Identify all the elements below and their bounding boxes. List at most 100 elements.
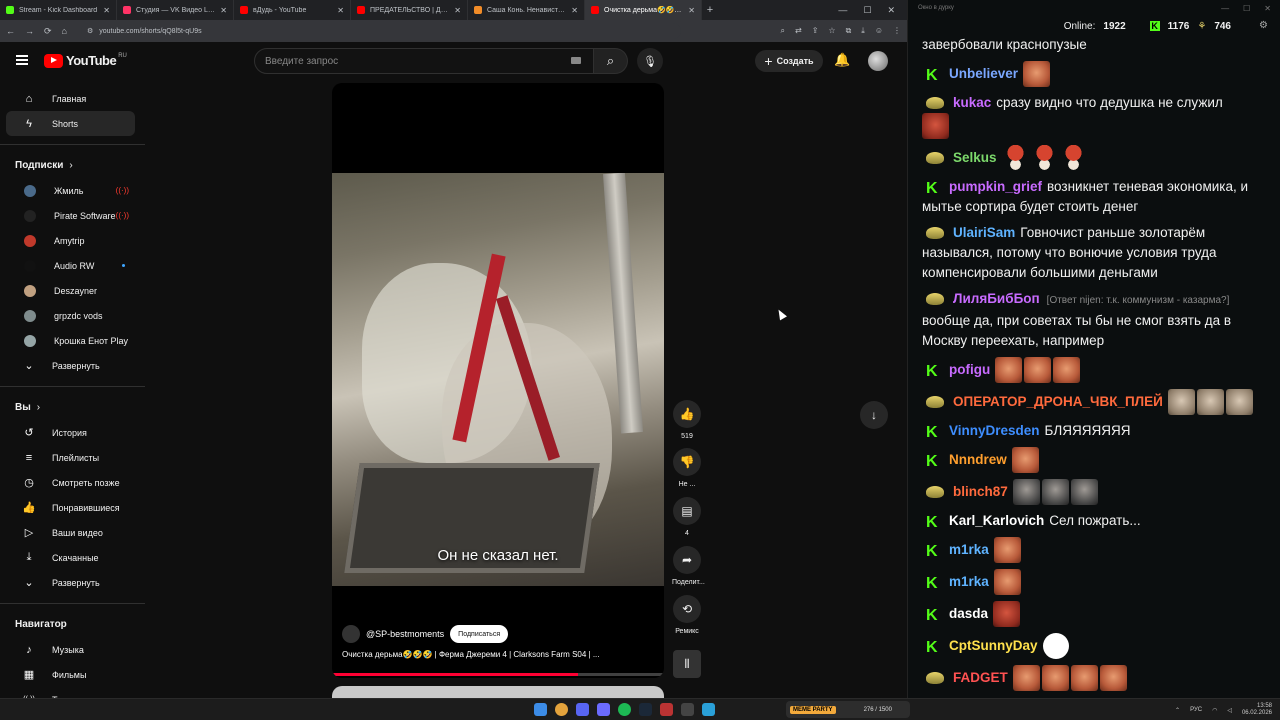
browser-tab[interactable]: Студия — VK Видео Live ✕ [117, 0, 234, 20]
chat-username[interactable]: VinnyDresden [949, 423, 1040, 438]
spotify-icon[interactable] [618, 703, 631, 716]
chat-username[interactable]: pofigu [949, 362, 990, 377]
maximize-window-icon[interactable]: ☐ [863, 5, 871, 16]
downloads-browser-icon[interactable]: ⤓ [861, 26, 865, 36]
sidebar-subscription[interactable]: grpzdc vods [6, 303, 135, 328]
chat-username[interactable]: Selkus [953, 150, 997, 165]
sidebar-item-music[interactable]: ♪ Музыка [6, 637, 135, 662]
chat-username[interactable]: Nnndrew [949, 452, 1007, 467]
back-icon[interactable]: ← [6, 26, 15, 36]
sound-button[interactable]: ⫴ [673, 650, 701, 678]
browser-tab[interactable]: Очистка дерьма🤣🤣🤣 | Ф ✕ [585, 0, 702, 20]
chat-settings-icon[interactable]: ⚙ [1259, 20, 1268, 31]
youtube-logo[interactable]: YouTube RU [44, 53, 127, 68]
sidebar-item-watch-later[interactable]: ◷ Смотреть позже [6, 470, 135, 495]
video-progress-bar[interactable] [332, 673, 664, 676]
start-menu-icon[interactable] [534, 703, 547, 716]
maximize-icon[interactable]: ☐ [1243, 4, 1250, 13]
share-button[interactable]: ➦ [673, 546, 701, 574]
site-info-icon[interactable]: ⚙ [87, 27, 93, 35]
chat-username[interactable]: Karl_Karlovich [949, 513, 1044, 528]
meme-party-widget[interactable]: MEME PARTY 276 / 1500 [786, 701, 910, 718]
chat-username[interactable]: pumpkin_grief [949, 179, 1042, 194]
app-icon-8[interactable] [681, 703, 694, 716]
telegram-icon[interactable] [702, 703, 715, 716]
clock[interactable]: 13:58 06.02.2026 [1242, 703, 1272, 717]
chat-username[interactable]: dasda [949, 606, 988, 621]
video-frame[interactable] [332, 173, 664, 586]
sidebar-subscription[interactable]: Audio RW [6, 253, 135, 278]
sidebar-item-shorts[interactable]: ϟ Shorts [6, 111, 135, 136]
extensions-icon[interactable]: ⧉ [846, 26, 852, 36]
next-short-button[interactable]: ↓ [860, 401, 888, 429]
hamburger-menu-icon[interactable] [16, 55, 28, 65]
sidebar-item-history[interactable]: ↺ История [6, 420, 135, 445]
close-icon[interactable]: ✕ [1264, 4, 1271, 13]
tab-close-icon[interactable]: ✕ [337, 6, 344, 15]
sidebar-item-live[interactable]: ((·))Трансляции [6, 687, 135, 699]
profile-icon[interactable]: ☺ [875, 26, 883, 36]
chat-username[interactable]: UlairiSam [953, 225, 1015, 240]
bookmark-icon[interactable]: ☆ [828, 26, 835, 36]
chat-username[interactable]: m1rka [949, 574, 989, 589]
sidebar-item-home[interactable]: ⌂ Главная [6, 86, 135, 111]
tab-close-icon[interactable]: ✕ [688, 6, 695, 15]
channel-name[interactable]: @SP-bestmoments [366, 629, 444, 639]
close-window-icon[interactable]: ✕ [887, 5, 895, 16]
chat-username[interactable]: CptSunnyDay [949, 638, 1038, 653]
comments-button[interactable]: ▤ [673, 497, 701, 525]
chat-reply-reference[interactable]: [Ответ nijen: т.к. коммунизм - казарма?] [1047, 295, 1230, 306]
forward-icon[interactable]: → [25, 26, 34, 36]
new-tab-icon[interactable]: + [702, 4, 718, 16]
like-button[interactable]: 👍 [673, 400, 701, 428]
browser-menu-icon[interactable]: ⋮ [893, 26, 901, 36]
chat-username[interactable]: blinch87 [953, 484, 1008, 499]
discord-icon[interactable] [576, 703, 589, 716]
sidebar-subscription[interactable]: Жмиль ((·)) [6, 178, 135, 203]
sidebar-item-downloads[interactable]: ⤓ Скачанные [6, 545, 135, 570]
chat-username[interactable]: m1rka [949, 542, 989, 557]
chrome-icon[interactable] [555, 703, 568, 716]
next-short-preview[interactable] [332, 686, 664, 698]
channel-avatar[interactable] [342, 625, 360, 643]
shorts-player[interactable]: Он не сказал нет. @SP-bestmoments Подпис… [332, 83, 664, 678]
sidebar-subscription[interactable]: Amytrip [6, 228, 135, 253]
account-avatar[interactable] [868, 51, 888, 71]
sidebar-item-playlists[interactable]: ≡ Плейлисты [6, 445, 135, 470]
sidebar-subscription[interactable]: Deszayner [6, 278, 135, 303]
steam-icon[interactable] [639, 703, 652, 716]
chat-username[interactable]: ОПЕРАТОР_ДРОНА_ЧВК_ПЛЕЙ [953, 394, 1163, 409]
sidebar-item-liked[interactable]: 👍 Понравившиеся [6, 495, 135, 520]
you-heading[interactable]: Вы › [0, 395, 145, 420]
subscribe-button[interactable]: Подписаться [450, 625, 509, 643]
share-page-icon[interactable]: ⇪ [812, 26, 819, 36]
browser-tab[interactable]: Саша Конь. Ненависть к Стас... ✕ [468, 0, 585, 20]
tab-close-icon[interactable]: ✕ [571, 6, 578, 15]
create-button[interactable]: + Создать [755, 50, 823, 72]
app-icon-4[interactable] [597, 703, 610, 716]
tab-close-icon[interactable]: ✕ [454, 6, 461, 15]
remix-button[interactable]: ⟲ [673, 595, 701, 623]
browser-tab[interactable]: Stream - Kick Dashboard ✕ [0, 0, 117, 20]
volume-icon[interactable]: ◁ [1227, 707, 1232, 714]
chat-username[interactable]: ЛиляБибБоп [953, 291, 1040, 306]
notifications-bell-icon[interactable]: 🔔 [834, 52, 850, 68]
tab-close-icon[interactable]: ✕ [103, 6, 110, 15]
voice-search-button[interactable]: 🎙 [637, 48, 663, 74]
browser-tab[interactable]: ПРЕДАТЕЛЬСТВО | Документа... ✕ [351, 0, 468, 20]
search-input[interactable]: Введите запрос [254, 48, 594, 74]
chat-username[interactable]: FADGET [953, 670, 1008, 685]
home-nav-icon[interactable]: ⌂ [62, 26, 67, 36]
search-button[interactable]: ⌕ [594, 48, 628, 74]
reload-icon[interactable]: ⟳ [44, 26, 52, 37]
you-expand[interactable]: ⌄ Развернуть [6, 570, 135, 595]
dislike-button[interactable]: 👎 [673, 448, 701, 476]
obs-icon[interactable] [660, 703, 673, 716]
wifi-icon[interactable]: ◠ [1212, 707, 1217, 714]
zoom-icon[interactable]: ⌕ [781, 26, 785, 36]
keyboard-icon[interactable] [571, 57, 581, 64]
browser-tab[interactable]: вДудь - YouTube ✕ [234, 0, 351, 20]
subscriptions-expand[interactable]: ⌄ Развернуть [6, 353, 135, 378]
subscriptions-heading[interactable]: Подписки › [0, 153, 145, 178]
sidebar-item-movies[interactable]: ▦ Фильмы [6, 662, 135, 687]
